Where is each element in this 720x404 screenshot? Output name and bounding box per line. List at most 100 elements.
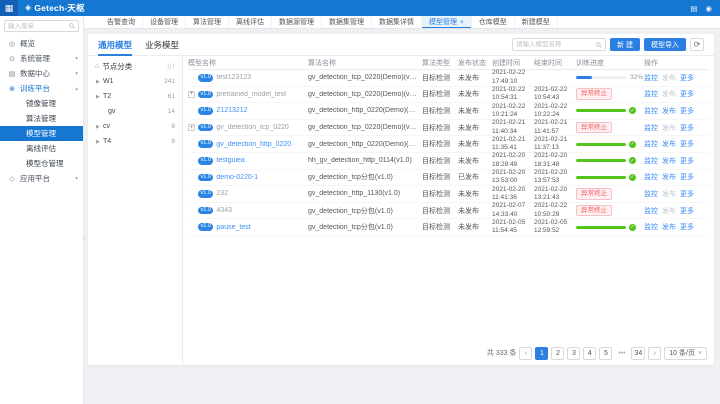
page-button-34[interactable]: 34 bbox=[631, 347, 645, 360]
version-badge: v1.0 bbox=[198, 207, 213, 215]
model-name-link[interactable]: pretrained_model_test bbox=[216, 91, 286, 98]
more-link[interactable]: 更多 bbox=[680, 222, 694, 232]
notification-icon[interactable]: ▤ bbox=[690, 4, 697, 13]
page-button-2[interactable]: 2 bbox=[551, 347, 564, 360]
sidebar-item-应用平台[interactable]: ◇应用平台▾ bbox=[0, 171, 83, 186]
expand-arrow-icon[interactable]: ▶ bbox=[96, 79, 103, 85]
monitor-link[interactable]: 监控 bbox=[644, 73, 658, 83]
monitor-link[interactable]: 监控 bbox=[644, 172, 658, 182]
page-tab-数据集管理[interactable]: 数据集管理 bbox=[322, 16, 372, 28]
page-tab-离线评估[interactable]: 离线评估 bbox=[229, 16, 272, 28]
next-page-button[interactable]: › bbox=[648, 347, 661, 360]
actions-cell: 监控发布更多 bbox=[644, 106, 709, 116]
page-tab-算法管理[interactable]: 算法管理 bbox=[186, 16, 229, 28]
more-link[interactable]: 更多 bbox=[680, 123, 694, 133]
model-search[interactable] bbox=[512, 38, 606, 51]
sidebar-item-训练平台[interactable]: ⊕训练平台▴ bbox=[0, 81, 83, 96]
monitor-link[interactable]: 监控 bbox=[644, 189, 658, 199]
model-name-link[interactable]: testguiea bbox=[216, 157, 244, 164]
page-tab-告警查询[interactable]: 告警查询 bbox=[100, 16, 143, 28]
more-link[interactable]: 更多 bbox=[680, 73, 694, 83]
page-tab-新建模型[interactable]: 新建模型 bbox=[515, 16, 558, 28]
more-link[interactable]: 更多 bbox=[680, 89, 694, 99]
refresh-icon[interactable]: ⟳ bbox=[690, 38, 704, 51]
publish-link[interactable]: 发布 bbox=[662, 156, 676, 166]
publish-link[interactable]: 发布 bbox=[662, 106, 676, 116]
monitor-link[interactable]: 监控 bbox=[644, 89, 658, 99]
more-link[interactable]: 更多 bbox=[680, 206, 694, 216]
monitor-link[interactable]: 监控 bbox=[644, 156, 658, 166]
model-name-link[interactable]: gv_detection_http_0220 bbox=[216, 141, 291, 148]
collapse-all-icon[interactable]: ||| bbox=[167, 64, 175, 70]
model-search-input[interactable] bbox=[516, 41, 596, 48]
model-name-link[interactable]: 232 bbox=[216, 190, 228, 197]
monitor-link[interactable]: 监控 bbox=[644, 139, 658, 149]
close-icon[interactable]: × bbox=[460, 19, 464, 26]
page-size-select[interactable]: 10 条/页∨ bbox=[664, 347, 707, 360]
tree-node-label: T4 bbox=[103, 138, 111, 145]
monitor-link[interactable]: 监控 bbox=[644, 206, 658, 216]
end-time-cell: 2021-02-2111:41:57 bbox=[534, 119, 576, 136]
expand-row-icon[interactable]: + bbox=[188, 91, 195, 98]
model-name-link[interactable]: pause_test bbox=[216, 224, 250, 231]
progress-percent-label: 32% bbox=[630, 74, 643, 81]
expand-row-icon[interactable]: + bbox=[188, 124, 195, 131]
page-ellipsis[interactable]: ••• bbox=[615, 347, 628, 360]
sidebar-search[interactable] bbox=[4, 20, 79, 32]
publish-link[interactable]: 发布 bbox=[662, 222, 676, 232]
new-button[interactable]: 新 建 bbox=[610, 38, 640, 51]
more-link[interactable]: 更多 bbox=[680, 139, 694, 149]
page-tab-数据源管理[interactable]: 数据源管理 bbox=[272, 16, 322, 28]
monitor-link[interactable]: 监控 bbox=[644, 123, 658, 133]
model-name-cell: v1.0232 bbox=[188, 190, 308, 198]
more-link[interactable]: 更多 bbox=[680, 189, 694, 199]
tree-node-cv[interactable]: ▶cv8 bbox=[88, 119, 182, 134]
tab-业务模型[interactable]: 业务模型 bbox=[145, 34, 179, 56]
model-import-button[interactable]: 模型导入 bbox=[644, 38, 686, 51]
publish-link[interactable]: 发布 bbox=[662, 172, 676, 182]
sidebar-subitem-模型仓管理[interactable]: 模型仓管理 bbox=[0, 156, 83, 171]
monitor-link[interactable]: 监控 bbox=[644, 106, 658, 116]
sidebar-item-系统管理[interactable]: ⊙系统管理▾ bbox=[0, 51, 83, 66]
expand-arrow-icon[interactable]: ▶ bbox=[96, 94, 103, 100]
model-name-link[interactable]: test123123 bbox=[216, 74, 251, 81]
more-link[interactable]: 更多 bbox=[680, 172, 694, 182]
page-tab-模型管理[interactable]: 模型管理× bbox=[422, 16, 472, 28]
expand-arrow-icon[interactable]: ▶ bbox=[96, 124, 103, 130]
sidebar-search-input[interactable] bbox=[8, 23, 69, 30]
prev-page-button[interactable]: ‹ bbox=[519, 347, 532, 360]
sidebar-subitem-模型管理[interactable]: 模型管理 bbox=[0, 126, 83, 141]
page-tab-数据集详情[interactable]: 数据集详情 bbox=[372, 16, 422, 28]
app-launcher-icon[interactable]: ▦ bbox=[0, 0, 18, 16]
sidebar-item-概览[interactable]: ◎概览 bbox=[0, 36, 83, 51]
page-tab-仓库模型[interactable]: 仓库模型 bbox=[472, 16, 515, 28]
expand-arrow-icon[interactable]: ▶ bbox=[96, 139, 103, 145]
more-link[interactable]: 更多 bbox=[680, 156, 694, 166]
user-icon[interactable]: ◉ bbox=[705, 4, 712, 13]
tree-node-T4[interactable]: ▶T49 bbox=[88, 134, 182, 149]
more-link[interactable]: 更多 bbox=[680, 106, 694, 116]
tree-node-T2[interactable]: ▶T261 bbox=[88, 89, 182, 104]
page-button-4[interactable]: 4 bbox=[583, 347, 596, 360]
model-name-link[interactable]: demo-0220-1 bbox=[216, 174, 258, 181]
tree-node-label: W1 bbox=[103, 78, 114, 85]
created-time-cell: 2021-02-2111:35:41 bbox=[492, 136, 534, 153]
page-button-1[interactable]: 1 bbox=[535, 347, 548, 360]
tab-通用模型[interactable]: 通用模型 bbox=[98, 34, 132, 56]
page-button-3[interactable]: 3 bbox=[567, 347, 580, 360]
model-name-link[interactable]: 21213212 bbox=[216, 107, 247, 114]
sidebar-subitem-算法管理[interactable]: 算法管理 bbox=[0, 111, 83, 126]
sidebar-subitem-镜像管理[interactable]: 镜像管理 bbox=[0, 96, 83, 111]
sidebar-item-数据中心[interactable]: ▤数据中心▾ bbox=[0, 66, 83, 81]
model-name-link[interactable]: 4343 bbox=[216, 207, 232, 214]
page-button-5[interactable]: 5 bbox=[599, 347, 612, 360]
page-tab-设备管理[interactable]: 设备管理 bbox=[143, 16, 186, 28]
tree-node-gv[interactable]: gv14 bbox=[88, 104, 182, 119]
sidebar-collapse-handle[interactable]: ‹ bbox=[80, 226, 87, 252]
tree-node-W1[interactable]: ▶W1241 bbox=[88, 74, 182, 89]
monitor-link[interactable]: 监控 bbox=[644, 222, 658, 232]
created-date: 2021-02-22 bbox=[492, 69, 530, 77]
publish-link[interactable]: 发布 bbox=[662, 139, 676, 149]
model-name-link[interactable]: gv_detection_tcp_0220 bbox=[216, 124, 288, 131]
sidebar-subitem-离线评估[interactable]: 离线评估 bbox=[0, 141, 83, 156]
